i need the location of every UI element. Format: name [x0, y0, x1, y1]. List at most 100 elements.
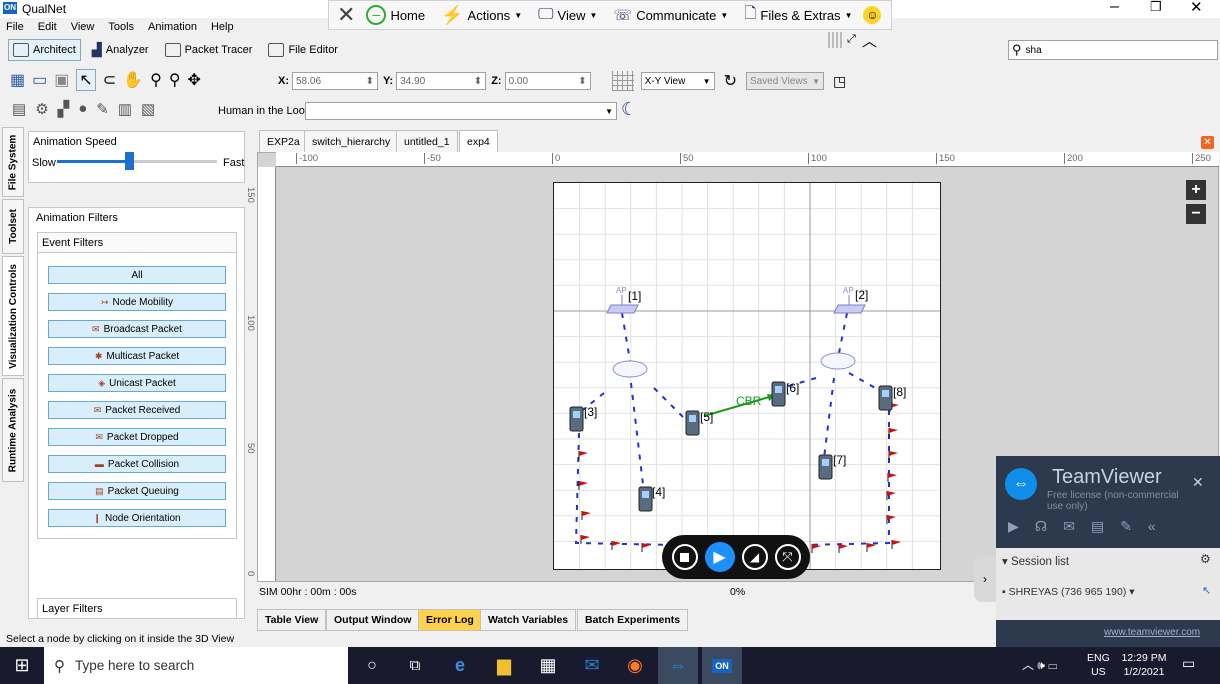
filter-broadcast-packet-button[interactable]: ✉ Broadcast Packet [48, 320, 226, 338]
filter-all-button[interactable]: All [48, 266, 226, 284]
clock[interactable]: 12:29 PM 1/2/2021 [1120, 651, 1168, 679]
analyzer-button[interactable]: ▟ Analyzer [87, 39, 154, 61]
rotate-axes-icon[interactable]: ✥ [188, 70, 201, 90]
smiley-icon[interactable]: ☺ [863, 6, 882, 24]
tab-error-log[interactable]: Error Log [418, 609, 482, 631]
restore-button[interactable]: ❐ [1150, 0, 1162, 15]
new-scenario-icon[interactable]: ▦ [10, 70, 25, 90]
report-icon[interactable]: ▤ [12, 100, 26, 118]
menu-animation[interactable]: Animation [148, 21, 197, 33]
lasso-icon[interactable]: ⊂ [103, 70, 116, 90]
brush-icon[interactable]: ✎ [1120, 518, 1132, 535]
teamviewer-link[interactable]: www.teamviewer.com [1104, 627, 1200, 638]
record-icon[interactable]: ● [78, 100, 87, 118]
chat-icon[interactable]: ✉ [1063, 518, 1075, 535]
node-3-icon[interactable] [569, 406, 584, 432]
zoom-icon[interactable]: ⚲ [150, 70, 162, 90]
store-icon[interactable]: ▦ [528, 647, 568, 684]
tab-watch-variables[interactable]: Watch Variables [480, 609, 577, 631]
filter-unicast-packet-button[interactable]: ◈ Unicast Packet [48, 374, 226, 392]
session-item[interactable]: ▪ SHREYAS (736 965 190) ▾ [1002, 586, 1135, 598]
node-8-icon[interactable] [878, 385, 893, 411]
edit-icon[interactable]: ✎ [96, 100, 109, 118]
architect-button[interactable]: Architect [8, 39, 81, 61]
tab-switch-hierarchy[interactable]: switch_hierarchy [304, 130, 399, 152]
packet-tracer-button[interactable]: Packet Tracer [160, 39, 258, 61]
play-button[interactable]: ▶ [704, 542, 735, 572]
image-icon[interactable]: ▧ [141, 100, 155, 118]
close-tab-icon[interactable]: ✕ [1201, 136, 1214, 149]
collapse-icon[interactable]: « [1148, 518, 1156, 535]
select-arrow-icon[interactable]: ↖ [76, 69, 96, 91]
grid-settings-icon[interactable] [611, 71, 634, 91]
firefox-icon[interactable]: ◉ [615, 647, 655, 684]
teamviewer-close-icon[interactable]: ✕ [1192, 474, 1204, 491]
menu-edit[interactable]: Edit [38, 21, 57, 33]
scenario-area[interactable]: AP AP [1] [2] [3] [4] [5] [6] [7] [8] CB… [553, 182, 941, 570]
zoom-out-button[interactable]: − [1186, 204, 1206, 224]
view-button[interactable]: 🖵 View ▼ [533, 4, 602, 26]
search-field[interactable]: ⚲ sha [1008, 40, 1218, 60]
teamviewer-taskbar-icon[interactable]: ⇔ [658, 647, 698, 684]
filter-multicast-packet-button[interactable]: ✱ Multicast Packet [48, 347, 226, 365]
refresh-icon[interactable]: ↻ [724, 71, 737, 91]
open-folder-icon[interactable]: ▭ [32, 70, 47, 90]
session-gear-icon[interactable]: ⚙ [1200, 552, 1211, 566]
step-button[interactable]: ◢ [741, 544, 768, 570]
window-icon[interactable]: ◳ [833, 73, 846, 90]
y-coordinate-input[interactable]: 34.90 ⬍ [396, 72, 487, 90]
qualnet-taskbar-icon[interactable]: ON [702, 647, 742, 684]
x-coordinate-input[interactable]: 58.06 ⬍ [292, 72, 378, 90]
filter-node-mobility-button[interactable]: ↣ Node Mobility [48, 293, 226, 311]
tab-table-view[interactable]: Table View [257, 609, 327, 631]
menu-tools[interactable]: Tools [108, 21, 134, 33]
session-list-header[interactable]: ▾ Session list [1002, 554, 1069, 568]
file-editor-button[interactable]: File Editor [263, 39, 343, 61]
menu-file[interactable]: File [6, 21, 24, 33]
node-6-icon[interactable] [771, 381, 786, 407]
taskbar-search[interactable]: ⚲ Type here to search [44, 647, 348, 684]
edge-icon[interactable]: e [440, 647, 480, 684]
headset-icon[interactable]: ☊ [1035, 518, 1047, 535]
communicate-button[interactable]: ☏ Communicate ▼ [608, 4, 733, 26]
tab-batch-experiments[interactable]: Batch Experiments [577, 609, 689, 631]
tab-visualization-controls[interactable]: Visualization Controls [2, 256, 24, 376]
expand-icon[interactable]: ⤢ [847, 33, 856, 46]
statistics-icon[interactable]: ▥ [118, 100, 132, 118]
tab-toolset[interactable]: Toolset [2, 199, 24, 254]
save-icon[interactable]: ▣ [54, 70, 69, 90]
tray-icons[interactable]: ︿ 🕪 ▭ [1022, 656, 1057, 673]
view-mode-select[interactable]: X-Y View ▼ [640, 72, 715, 90]
tab-runtime-analysis[interactable]: Runtime Analysis [2, 378, 24, 482]
hitl-input[interactable]: ▼ [305, 102, 617, 120]
clipboard-icon[interactable]: ▤ [1091, 518, 1104, 535]
chevron-up-icon[interactable]: ︿ [862, 30, 877, 51]
fullscreen-button[interactable]: ⤧ [774, 544, 801, 570]
settings-gears-icon[interactable]: ⚙ [35, 100, 48, 118]
home-button[interactable]: – Home [361, 4, 430, 26]
language-indicator[interactable]: ENG US [1087, 651, 1110, 679]
hand-pan-icon[interactable]: ✋ [123, 70, 143, 90]
node-5-icon[interactable] [685, 410, 700, 436]
filter-packet-received-button[interactable]: ✉ Packet Received [48, 401, 226, 419]
zoom-in-button[interactable]: + [1186, 180, 1206, 200]
close-window-button[interactable]: ✕ [1190, 0, 1203, 16]
mail-icon[interactable]: ✉ [572, 647, 612, 684]
tab-untitled-1[interactable]: untitled_1 [396, 130, 458, 152]
z-coordinate-input[interactable]: 0.00 ⬍ [504, 72, 591, 90]
teamviewer-handle[interactable]: › [974, 556, 996, 602]
actions-button[interactable]: ⚡ Actions ▼ [436, 4, 527, 26]
connect-arrow-icon[interactable]: ↖ [1202, 584, 1211, 597]
files-extras-button[interactable]: 🗋 Files & Extras ▼ [739, 4, 857, 26]
minimize-button[interactable]: – [1110, 0, 1119, 16]
stop-button[interactable] [671, 544, 698, 570]
zoom-area-icon[interactable]: ⚲ [169, 70, 181, 90]
node-4-icon[interactable] [638, 486, 653, 512]
menu-view[interactable]: View [71, 21, 95, 33]
tab-file-system[interactable]: File System [2, 127, 24, 197]
cortana-icon[interactable]: ○ [352, 647, 392, 684]
start-icon[interactable]: ⊞ [2, 647, 42, 684]
speed-slider-thumb[interactable] [125, 152, 134, 170]
filter-node-orientation-button[interactable]: ❙ Node Orientation [48, 509, 226, 527]
video-icon[interactable]: ▶ [1008, 518, 1019, 535]
